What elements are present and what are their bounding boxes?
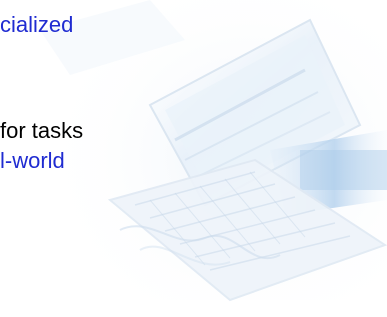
text-line-3: l-world <box>0 148 65 173</box>
slide-canvas: cialized for tasks l-world <box>0 0 387 317</box>
text-line-1: cialized <box>0 12 74 37</box>
text-line-2: for tasks <box>0 118 84 143</box>
